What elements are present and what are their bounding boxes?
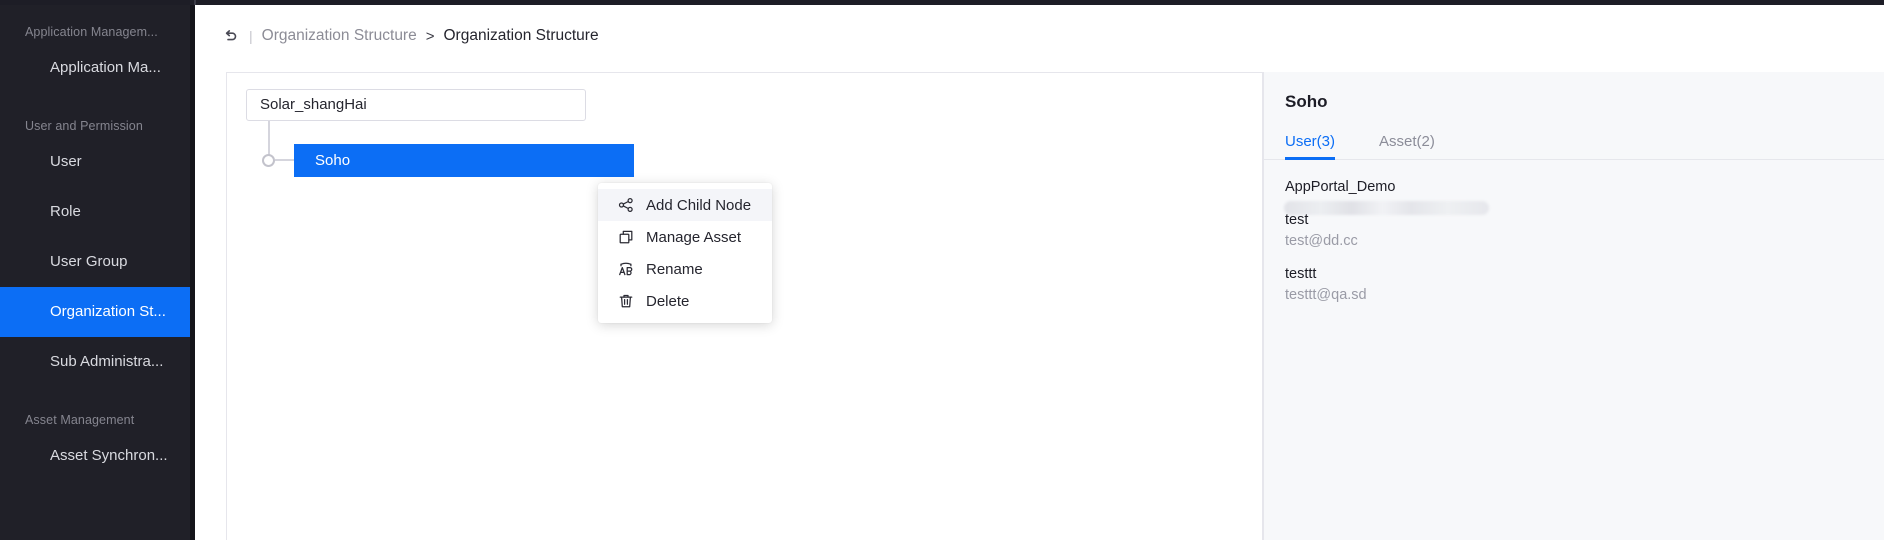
sidebar-item-user-group[interactable]: User Group [0, 237, 190, 287]
detail-panel-title: Soho [1264, 72, 1884, 112]
detail-tab-asset-2[interactable]: Asset(2) [1379, 133, 1435, 159]
breadcrumb-separator-bar: | [249, 28, 253, 44]
sidebar-item-role[interactable]: Role [0, 187, 190, 237]
undo-arrow-icon[interactable] [220, 26, 240, 46]
sidebar-item-user[interactable]: User [0, 137, 190, 187]
user-list-item[interactable]: AppPortal_Demo [1285, 177, 1884, 198]
breadcrumb-arrow-icon: > [426, 28, 435, 45]
app-root: Application Managem...Application Ma... U… [0, 0, 1884, 540]
context-menu-item-label: Manage Asset [646, 229, 741, 246]
user-list: AppPortal_Demotesttest@dd.cctesttttesttt… [1264, 160, 1884, 306]
context-menu-item-label: Add Child Node [646, 197, 751, 214]
context-menu-item-manage-asset[interactable]: Manage Asset [598, 221, 772, 253]
sidebar-group-label: Application Managem... [0, 21, 190, 43]
detail-tabs: User(3) Asset(2) [1264, 127, 1884, 160]
user-name: testtt [1285, 264, 1884, 285]
context-menu-item-add-child-node[interactable]: Add Child Node [598, 189, 772, 221]
context-menu-item-label: Rename [646, 261, 703, 278]
sidebar-item-application-ma[interactable]: Application Ma... [0, 43, 190, 93]
sidebar-item-asset-synchron[interactable]: Asset Synchron... [0, 431, 190, 481]
sidebar-group-label: Asset Management [0, 409, 190, 431]
tree-node-soho[interactable]: Soho [294, 144, 634, 177]
tree-connector-dot-icon[interactable] [262, 154, 275, 167]
ab-rename-icon [617, 261, 634, 278]
detail-tab-user-3[interactable]: User(3) [1285, 133, 1335, 159]
context-menu-item-rename[interactable]: Rename [598, 253, 772, 285]
copy-icon [617, 229, 634, 246]
breadcrumb-current: Organization Structure [443, 27, 598, 45]
user-list-item[interactable]: testtest@dd.cc [1285, 210, 1884, 252]
user-name: test [1285, 210, 1884, 231]
user-email: testtt@qa.sd [1285, 285, 1884, 306]
sidebar: Application Managem...Application Ma... U… [0, 5, 190, 540]
context-menu-item-delete[interactable]: Delete [598, 285, 772, 317]
tree-node-root[interactable]: Solar_shangHai [246, 89, 586, 121]
tree-connector-horizontal [275, 159, 295, 161]
sidebar-group-label: User and Permission [0, 115, 190, 137]
sidebar-item-sub-administra[interactable]: Sub Administra... [0, 337, 190, 387]
trash-icon [617, 293, 634, 310]
user-name: AppPortal_Demo [1285, 177, 1884, 198]
user-email: test@dd.cc [1285, 231, 1884, 252]
context-menu: Add Child Node Manage Asset Rename Delete [598, 183, 772, 323]
sidebar-edge [190, 5, 195, 540]
context-menu-item-label: Delete [646, 293, 689, 310]
header: | Organization Structure > Organization … [195, 5, 1884, 67]
user-list-item[interactable]: testtttesttt@qa.sd [1285, 264, 1884, 306]
share-node-icon [617, 197, 634, 214]
sidebar-item-organization-st[interactable]: Organization St... [0, 287, 190, 337]
breadcrumb-parent[interactable]: Organization Structure [262, 27, 417, 45]
detail-panel: Soho User(3)Asset(2) AppPortal_Demotestt… [1263, 72, 1884, 540]
